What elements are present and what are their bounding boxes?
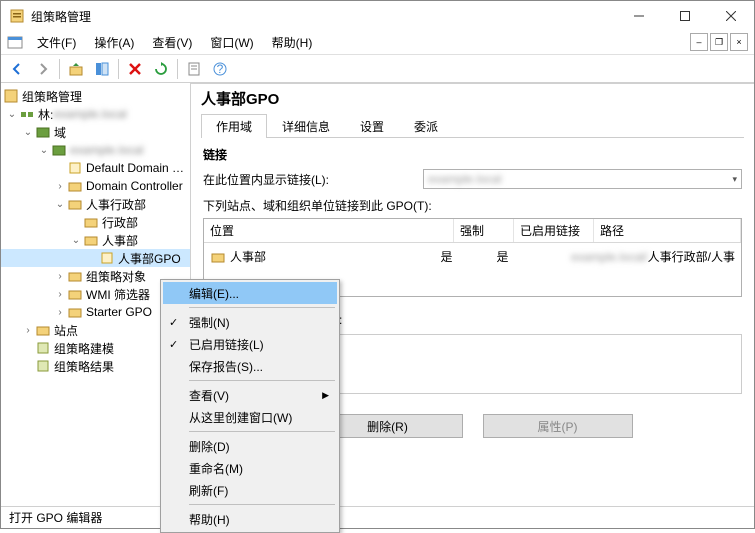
forward-button[interactable] [31,57,55,81]
results-icon [35,358,51,374]
properties-button[interactable]: 属性(P) [483,414,633,438]
detail-title: 人事部GPO [201,88,744,109]
expander-icon[interactable]: ⌄ [37,145,51,156]
minimize-button[interactable] [616,1,662,31]
tree-hr-gpo[interactable]: 人事部GPO [1,249,190,267]
menu-view[interactable]: 查看(V) [144,32,200,53]
mdi-minimize[interactable]: – [690,33,708,51]
mdi-restore[interactable]: ❐ [710,33,728,51]
status-text: 打开 GPO 编辑器 [9,509,102,526]
check-icon: ✓ [169,316,178,329]
menu-file[interactable]: 文件(F) [29,32,84,53]
menu-action[interactable]: 操作(A) [86,32,142,53]
ou-icon [83,214,99,230]
tree-domain-controllers[interactable]: › Domain Controller [1,177,190,195]
expander-icon[interactable]: ⌄ [21,127,35,138]
mdi-controls: – ❐ × [690,33,748,51]
cm-enable-link[interactable]: ✓已启用链接(L) [163,333,337,355]
menu-help[interactable]: 帮助(H) [264,32,321,53]
refresh-button[interactable] [149,57,173,81]
modeling-icon [35,340,51,356]
linked-label: 下列站点、域和组织单位链接到此 GPO(T): [203,197,742,214]
menu-window[interactable]: 窗口(W) [202,32,261,53]
toolbar: ? [1,55,754,83]
context-menu: 编辑(E)... ✓强制(N) ✓已启用链接(L) 保存报告(S)... 查看(… [160,279,340,533]
status-bar: 打开 GPO 编辑器 [1,506,754,528]
tab-settings[interactable]: 设置 [345,114,399,138]
tree-forest[interactable]: ⌄ 林:example.local [1,105,190,123]
cm-edit[interactable]: 编辑(E)... [163,282,337,304]
domain-icon [51,142,67,158]
cm-help[interactable]: 帮助(H) [163,508,337,530]
tree-hr-admin-ou[interactable]: ⌄ 人事行政部 [1,195,190,213]
ou-icon [67,196,83,212]
forest-icon [19,106,35,122]
tab-delegation[interactable]: 委派 [399,114,453,138]
cm-delete[interactable]: 删除(D) [163,435,337,457]
expander-icon[interactable]: › [53,307,67,318]
app-icon [9,8,25,24]
tree-admin-dept[interactable]: 行政部 [1,213,190,231]
sites-icon [35,322,51,338]
gpo-link-icon [67,160,83,176]
tree-root[interactable]: 组策略管理 [1,87,190,105]
window-title: 组策略管理 [31,8,616,25]
expander-icon[interactable]: › [21,325,35,336]
check-icon: ✓ [169,338,178,351]
menu-bar: 文件(F) 操作(A) 查看(V) 窗口(W) 帮助(H) – ❐ × [1,31,754,55]
chevron-down-icon: ▾ [732,174,737,185]
tree-default-domain-policy[interactable]: Default Domain Po [1,159,190,177]
back-button[interactable] [5,57,29,81]
domains-icon [35,124,51,140]
col-enabled[interactable]: 已启用链接 [514,219,594,242]
gpo-link-icon [99,250,115,266]
expander-icon[interactable]: › [53,271,67,282]
title-bar: 组策略管理 [1,1,754,31]
col-location[interactable]: 位置 [204,219,454,242]
col-path[interactable]: 路径 [594,219,741,242]
up-button[interactable] [64,57,88,81]
tree-hr-dept[interactable]: ⌄ 人事部 [1,231,190,249]
mdi-close[interactable]: × [730,33,748,51]
properties-button[interactable] [182,57,206,81]
cm-new-window[interactable]: 从这里创建窗口(W) [163,406,337,428]
expander-icon[interactable]: › [53,289,67,300]
tree-domains[interactable]: ⌄ 域 [1,123,190,141]
ou-icon [67,178,83,194]
submenu-arrow-icon: ▶ [322,390,329,401]
tabs: 作用域 详细信息 设置 委派 [201,113,744,138]
table-row[interactable]: 人事部 是 是 example.local/人事行政部/人事 [204,243,741,270]
expander-icon[interactable]: › [53,181,67,192]
links-section-label: 链接 [203,146,742,163]
ou-icon [83,232,99,248]
mmc-icon [7,35,23,51]
expander-icon[interactable]: ⌄ [53,199,67,210]
svg-text:?: ? [217,62,224,76]
gpmc-icon [3,88,19,104]
expander-icon[interactable]: ⌄ [69,235,83,246]
show-links-label: 在此位置内显示链接(L): [203,171,423,188]
domain-dropdown[interactable]: example.local ▾ [423,169,742,189]
folder-icon [67,286,83,302]
delete-button[interactable] [123,57,147,81]
help-button[interactable]: ? [208,57,232,81]
cm-refresh[interactable]: 刷新(F) [163,479,337,501]
cm-enforce[interactable]: ✓强制(N) [163,311,337,333]
tab-details[interactable]: 详细信息 [267,114,345,138]
tab-scope[interactable]: 作用域 [201,114,267,138]
col-enforced[interactable]: 强制 [454,219,514,242]
ou-icon [210,249,226,265]
folder-icon [67,304,83,320]
cm-rename[interactable]: 重命名(M) [163,457,337,479]
expander-icon[interactable]: ⌄ [5,109,19,120]
cm-view[interactable]: 查看(V)▶ [163,384,337,406]
show-hide-button[interactable] [90,57,114,81]
close-button[interactable] [708,1,754,31]
tree-domain[interactable]: ⌄ example.local [1,141,190,159]
maximize-button[interactable] [662,1,708,31]
cm-save-report[interactable]: 保存报告(S)... [163,355,337,377]
folder-icon [67,268,83,284]
